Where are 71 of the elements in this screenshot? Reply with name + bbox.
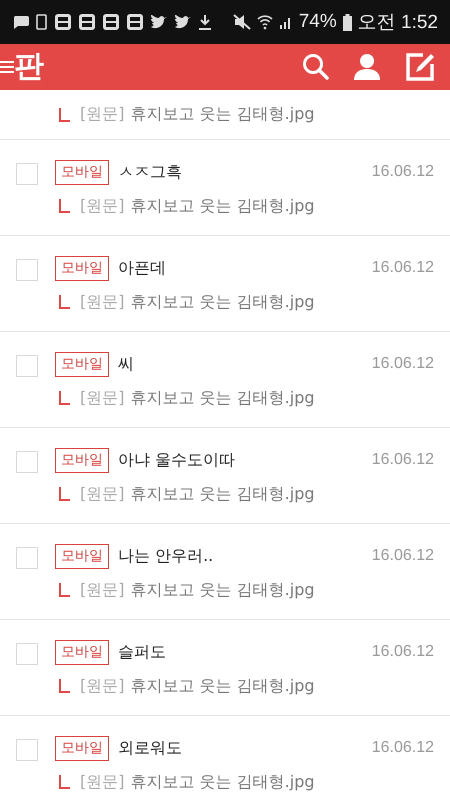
post-date: 16.06.12 xyxy=(372,547,434,566)
checkbox[interactable] xyxy=(16,355,38,377)
source-label: [원문] xyxy=(80,676,124,697)
app-icon xyxy=(126,13,144,31)
bird-icon xyxy=(150,14,168,30)
category-tag: 모바일 xyxy=(55,640,109,665)
compose-icon[interactable] xyxy=(404,51,436,83)
reply-corner-icon xyxy=(59,295,70,310)
source-title[interactable]: 휴지보고 웃는 김태형.jpg xyxy=(130,772,314,793)
post-title[interactable]: 나는 안우러.. xyxy=(118,546,372,567)
reply-corner-icon xyxy=(59,108,70,122)
post-title[interactable]: 슬퍼도 xyxy=(118,642,372,663)
source-title[interactable]: 휴지보고 웃는 김태형.jpg xyxy=(130,676,314,697)
category-tag: 모바일 xyxy=(55,544,109,569)
reply-corner-icon xyxy=(59,199,70,214)
source-label: [원문] xyxy=(80,292,124,313)
source-label: [원문] xyxy=(80,772,124,793)
post-title[interactable]: 외로워도 xyxy=(118,738,372,759)
source-title[interactable]: 휴지보고 웃는 김태형.jpg xyxy=(130,292,314,313)
mute-icon xyxy=(232,14,251,30)
battery-icon xyxy=(342,14,352,30)
checkbox[interactable] xyxy=(16,451,38,473)
checkbox[interactable] xyxy=(16,259,38,281)
clock: 오전 1:52 xyxy=(358,11,438,35)
source-label: [원문] xyxy=(80,104,124,125)
category-tag: 모바일 xyxy=(55,352,109,377)
source-label: [원문] xyxy=(80,484,124,505)
post-date: 16.06.12 xyxy=(372,739,434,758)
search-icon[interactable] xyxy=(302,53,330,81)
bird-icon xyxy=(174,14,192,30)
download-icon xyxy=(198,14,212,30)
reply-corner-icon xyxy=(59,775,70,790)
checkbox[interactable] xyxy=(16,739,38,761)
checkbox[interactable] xyxy=(16,163,38,185)
source-title[interactable]: 휴지보고 웃는 김태형.jpg xyxy=(130,388,314,409)
source-title[interactable]: 휴지보고 웃는 김태형.jpg xyxy=(130,196,314,217)
category-tag: 모바일 xyxy=(55,160,109,185)
post-date: 16.06.12 xyxy=(372,163,434,182)
user-icon[interactable] xyxy=(352,53,382,81)
post-date: 16.06.12 xyxy=(372,451,434,470)
chat-icon xyxy=(12,15,30,29)
menu-icon[interactable] xyxy=(0,59,14,75)
post-date: 16.06.12 xyxy=(372,355,434,374)
post-date: 16.06.12 xyxy=(372,259,434,278)
app-icon xyxy=(78,13,96,31)
wifi-icon xyxy=(256,14,273,30)
source-label: [원문] xyxy=(80,580,124,601)
app-icon xyxy=(54,13,72,31)
post-title[interactable]: 씨 xyxy=(118,354,372,375)
category-tag: 모바일 xyxy=(55,256,109,281)
checkbox[interactable] xyxy=(16,547,38,569)
source-title[interactable]: 휴지보고 웃는 김태형.jpg xyxy=(130,104,314,125)
post-title[interactable]: 아픈데 xyxy=(118,258,372,279)
category-tag: 모바일 xyxy=(55,448,109,473)
reply-corner-icon xyxy=(59,679,70,694)
post-title[interactable]: 아냐 울수도이따 xyxy=(118,450,372,471)
reply-corner-icon xyxy=(59,487,70,502)
logo[interactable]: 판 xyxy=(14,52,44,82)
post-date: 16.06.12 xyxy=(372,643,434,662)
app-icon xyxy=(102,13,120,31)
reply-corner-icon xyxy=(59,583,70,598)
post-title[interactable]: ㅅㅈ그흑 xyxy=(118,162,372,183)
category-tag: 모바일 xyxy=(55,736,109,761)
checkbox[interactable] xyxy=(16,643,38,665)
reply-corner-icon xyxy=(59,391,70,406)
source-title[interactable]: 휴지보고 웃는 김태형.jpg xyxy=(130,484,314,505)
phone-icon xyxy=(36,14,48,30)
source-title[interactable]: 휴지보고 웃는 김태형.jpg xyxy=(130,580,314,601)
battery-level: 74% xyxy=(298,11,337,33)
source-label: [원문] xyxy=(80,388,124,409)
source-label: [원문] xyxy=(80,196,124,217)
